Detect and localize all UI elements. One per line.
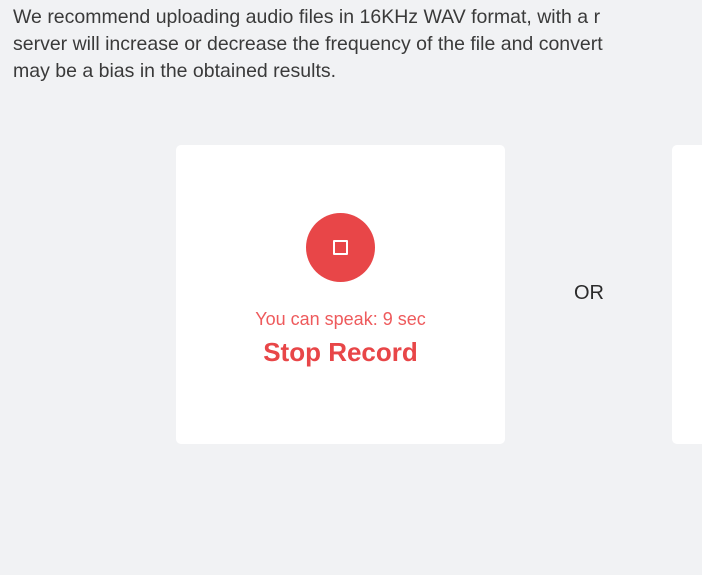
notice-line-2: server will increase or decrease the fre… [13,33,603,55]
notice-line-1: We recommend uploading audio files in 16… [13,6,601,28]
stop-record-label[interactable]: Stop Record [176,337,505,368]
notice-line-3: may be a bias in the obtained results. [13,60,337,82]
speak-countdown: You can speak: 9 sec [255,309,426,329]
or-separator: OR [574,282,604,304]
upload-recommendation-text: We recommend uploading audio files in 16… [13,4,702,85]
stop-icon [333,240,348,255]
stop-record-button[interactable] [306,213,375,282]
record-card: You can speak: 9 sec Stop Record [176,145,505,444]
upload-card[interactable] [672,145,702,444]
